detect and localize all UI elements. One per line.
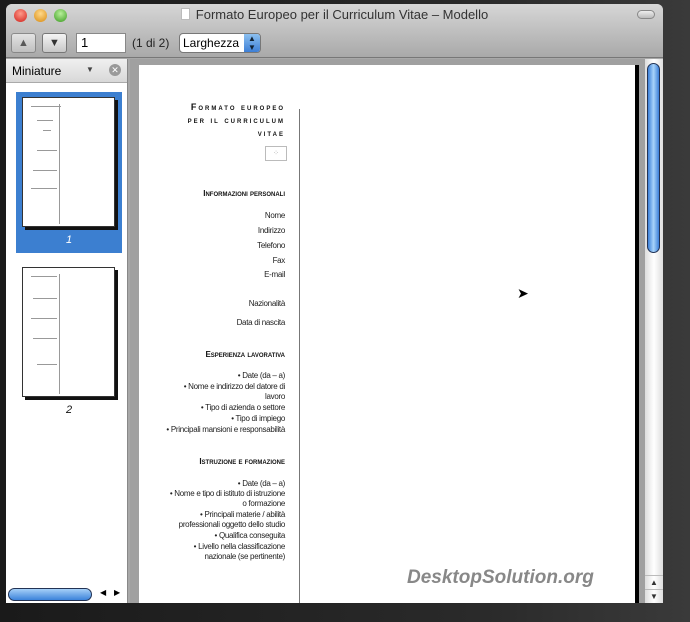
window-title-text: Formato Europeo per il Curriculum Vitae … [195, 7, 489, 22]
field-label: • Livello nella classificazione nazional… [193, 542, 286, 561]
thumbnail-label: 1 [65, 234, 73, 246]
previous-page-button[interactable]: ▲ [11, 33, 36, 53]
field-label: • Qualifica conseguita [214, 531, 286, 540]
scrollbar-thumb[interactable] [647, 63, 660, 253]
section-heading: Informazioni personali [203, 189, 285, 198]
thumbnail-sidebar: Miniature ▼ ✕ 1 2 ◀ ▶ [6, 59, 128, 603]
window-title: Formato Europeo per il Curriculum Vitae … [6, 7, 663, 22]
eu-flag-icon: ⁘ [265, 146, 287, 161]
field-label: • Nome e tipo di istituto di istruzione … [169, 489, 285, 508]
scroll-left-arrow-icon[interactable]: ◀ [100, 588, 106, 597]
sidebar-title: Miniature [12, 64, 62, 78]
page-number-input[interactable]: 1 [76, 33, 126, 53]
field-label: Telefono [257, 241, 285, 250]
thumbnail-page-1[interactable]: 1 [16, 92, 122, 253]
field-label: Nazionalità [248, 299, 286, 308]
field-label: Nome [264, 211, 285, 220]
mouse-pointer-icon: ➤ [517, 285, 529, 301]
sidebar-horizontal-scrollbar[interactable]: ◀ ▶ [8, 588, 124, 601]
scroll-up-arrow-icon[interactable]: ▲ [645, 575, 663, 589]
page-thumbnail-image [22, 267, 115, 397]
field-label: Data di nascita [236, 318, 286, 327]
cv-title: Formato europeo per il curriculum vitae [187, 102, 285, 138]
document-icon [180, 8, 190, 20]
field-label: • Tipo di azienda o settore [200, 403, 285, 412]
field-label: • Principali materie / abilità professio… [178, 510, 286, 529]
close-sidebar-icon[interactable]: ✕ [109, 64, 121, 76]
field-label: E-mail [264, 270, 285, 279]
zoom-mode-value: Larghezza [183, 36, 240, 50]
document-page: Formato europeo per il curriculum vitae ⁘ … [139, 65, 639, 603]
zoom-mode-select[interactable]: Larghezza ▲ ▼ [179, 33, 261, 53]
section-heading: Istruzione e formazione [199, 457, 285, 466]
field-label: • Date (da – a) [237, 479, 286, 488]
scroll-right-arrow-icon[interactable]: ▶ [114, 588, 120, 597]
arrow-down-icon: ▼ [49, 37, 60, 49]
scrollbar-thumb[interactable] [8, 588, 92, 601]
title-bar: Formato Europeo per il Curriculum Vitae … [6, 4, 663, 58]
page-count: (1 di 2) [132, 36, 170, 50]
updown-chevron-icon: ▲ ▼ [244, 34, 260, 52]
document-view[interactable]: Formato europeo per il curriculum vitae ⁘ … [130, 59, 645, 603]
field-label: • Principali mansioni e responsabilità [166, 425, 285, 434]
section-heading: Esperienza lavorativa [205, 350, 285, 359]
watermark: DesktopSolution.org [407, 567, 594, 588]
next-page-button[interactable]: ▼ [42, 33, 67, 53]
preview-window: Formato Europeo per il Curriculum Vitae … [6, 4, 663, 603]
page-thumbnail-image [22, 97, 115, 227]
field-label: Indirizzo [257, 226, 285, 235]
thumbnail-label: 2 [65, 404, 73, 416]
toolbar-toggle-button[interactable] [637, 10, 655, 19]
divider-line [299, 109, 300, 603]
field-label: • Tipo di impiego [231, 414, 285, 423]
sidebar-header: Miniature ▼ ✕ [6, 59, 127, 83]
field-label: • Nome e indirizzo del datore di lavoro [183, 382, 286, 401]
dropdown-triangle-icon[interactable]: ▼ [86, 65, 94, 74]
field-label: • Date (da – a) [237, 371, 286, 380]
arrow-up-icon: ▲ [18, 37, 29, 49]
scroll-down-arrow-icon[interactable]: ▼ [645, 589, 663, 603]
document-vertical-scrollbar[interactable]: ▲ ▼ [645, 59, 663, 603]
field-label: Fax [272, 256, 286, 265]
